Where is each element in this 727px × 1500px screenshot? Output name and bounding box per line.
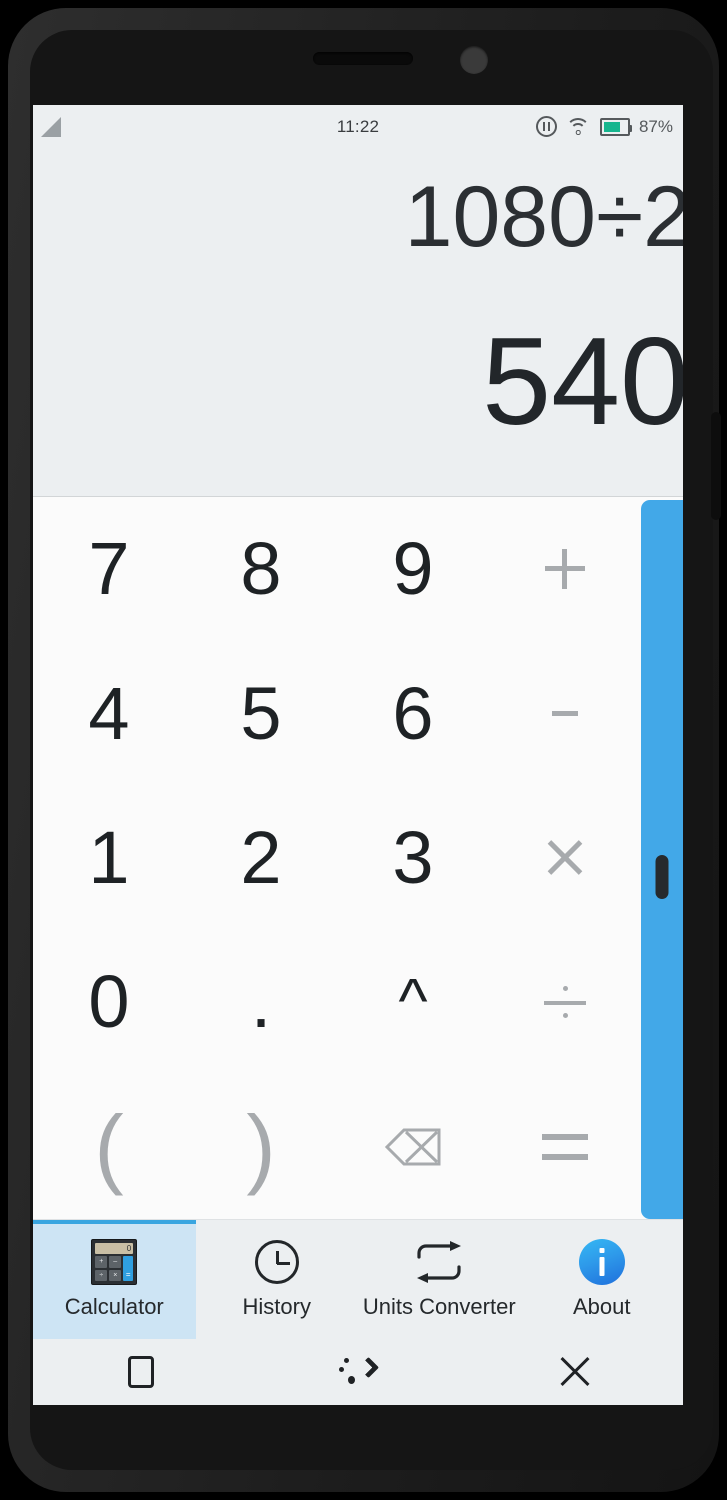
result-text: 540 bbox=[482, 313, 683, 451]
battery-percent-label: 87% bbox=[638, 116, 673, 136]
key-multiply[interactable] bbox=[489, 786, 641, 930]
calculator-icon-screen: 0 bbox=[95, 1243, 134, 1254]
calculator-icon-key-multiply: × bbox=[109, 1269, 122, 1281]
plus-icon bbox=[545, 549, 585, 590]
keypad-side-scroll-panel[interactable] bbox=[641, 500, 683, 1219]
calculator-icon-key-minus: – bbox=[109, 1256, 122, 1268]
tab-calculator[interactable]: 0 + – ÷ × = Calculator bbox=[33, 1220, 196, 1339]
key-divide[interactable] bbox=[489, 930, 641, 1074]
tab-about[interactable]: About bbox=[521, 1220, 684, 1339]
scroll-handle[interactable] bbox=[655, 855, 669, 899]
overview-square-icon bbox=[128, 1356, 155, 1388]
key-power[interactable]: ^ bbox=[337, 930, 489, 1074]
calculator-display[interactable]: 1080÷2 540 bbox=[33, 148, 683, 497]
back-button[interactable] bbox=[250, 1354, 467, 1390]
key-2[interactable]: 2 bbox=[185, 786, 337, 930]
key-open-paren[interactable]: ( bbox=[33, 1075, 185, 1219]
expression-text: 1080÷2 bbox=[404, 169, 683, 265]
calculator-icon-key-equals: = bbox=[123, 1256, 134, 1281]
key-5[interactable]: 5 bbox=[185, 641, 337, 785]
wifi-icon bbox=[566, 117, 591, 137]
calculator-icon: 0 + – ÷ × = bbox=[91, 1239, 138, 1285]
key-plus[interactable] bbox=[489, 497, 641, 641]
equals-icon bbox=[542, 1133, 588, 1160]
key-8[interactable]: 8 bbox=[185, 497, 337, 641]
tab-label-units-converter: Units Converter bbox=[362, 1294, 516, 1319]
tab-history[interactable]: History bbox=[196, 1220, 359, 1339]
key-6[interactable]: 6 bbox=[337, 641, 489, 785]
front-camera-icon bbox=[460, 46, 488, 74]
system-navigation-bar bbox=[33, 1339, 683, 1405]
keypad-grid: 7 8 9 4 5 6 1 2 3 0 . ^ () bbox=[33, 497, 641, 1219]
status-bar: 11:22 87% bbox=[33, 105, 683, 148]
keypad-area: 7 8 9 4 5 6 1 2 3 0 . ^ () bbox=[33, 497, 683, 1219]
key-1[interactable]: 1 bbox=[33, 786, 185, 930]
backspace-icon bbox=[384, 1128, 441, 1166]
calculator-icon-key-divide: ÷ bbox=[95, 1269, 108, 1281]
battery-icon bbox=[599, 117, 632, 136]
info-circle-icon bbox=[578, 1239, 625, 1285]
overview-button[interactable] bbox=[33, 1356, 250, 1388]
swap-arrows-icon bbox=[413, 1239, 465, 1285]
tab-label-calculator: Calculator bbox=[64, 1294, 164, 1319]
key-decimal[interactable]: . bbox=[185, 930, 337, 1074]
key-7[interactable]: 7 bbox=[33, 497, 185, 641]
tab-units-converter[interactable]: Units Converter bbox=[358, 1220, 521, 1339]
calculator-icon-key-plus: + bbox=[95, 1256, 108, 1268]
tab-label-about: About bbox=[573, 1294, 631, 1319]
key-0[interactable]: 0 bbox=[33, 930, 185, 1074]
key-backspace[interactable] bbox=[337, 1075, 489, 1219]
multiply-icon bbox=[545, 838, 585, 878]
tab-label-history: History bbox=[242, 1294, 311, 1319]
minus-icon bbox=[552, 711, 578, 717]
key-minus[interactable] bbox=[489, 641, 641, 785]
bottom-tab-bar: 0 + – ÷ × = Calculator History Units Con… bbox=[33, 1219, 683, 1339]
clock-icon bbox=[254, 1239, 299, 1285]
speaker-grille bbox=[313, 52, 413, 65]
pause-icon bbox=[535, 116, 557, 137]
phone-screen: 11:22 87% 1080÷2 540 7 8 9 4 5 6 1 2 3 0… bbox=[33, 105, 683, 1405]
phone-frame: 11:22 87% 1080÷2 540 7 8 9 4 5 6 1 2 3 0… bbox=[0, 0, 727, 1500]
key-9[interactable]: 9 bbox=[337, 497, 489, 641]
close-x-icon bbox=[558, 1355, 592, 1389]
close-button[interactable] bbox=[466, 1355, 683, 1389]
status-bar-right-icons: 87% bbox=[535, 105, 673, 148]
key-equals[interactable] bbox=[489, 1075, 641, 1219]
divide-icon bbox=[544, 982, 586, 1022]
key-close-paren[interactable]: ) bbox=[185, 1075, 337, 1219]
power-button[interactable] bbox=[711, 412, 721, 520]
key-4[interactable]: 4 bbox=[33, 641, 185, 785]
key-3[interactable]: 3 bbox=[337, 786, 489, 930]
back-chevron-icon bbox=[338, 1354, 380, 1390]
